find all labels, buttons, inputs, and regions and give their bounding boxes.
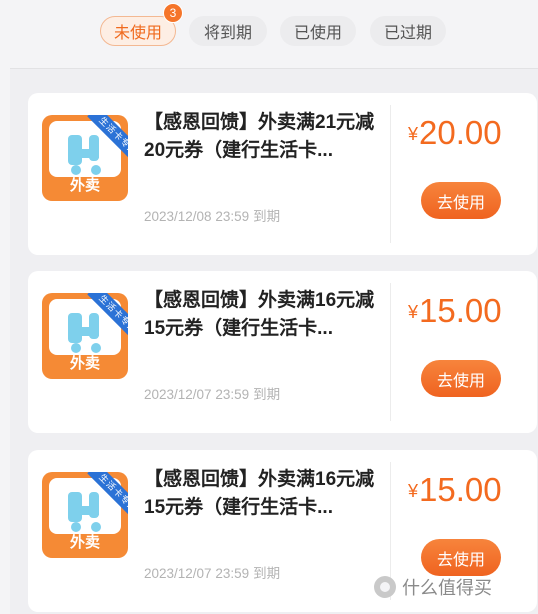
expiry-suffix: 到期 [253,387,281,402]
coupon-amount: ¥15.00 [408,468,524,513]
smzdm-watermark: 什么值得买 [374,572,492,602]
expiry-text: 2023/12/08 23:59 到期 [144,205,280,225]
coupon-title: 【感恩回馈】外卖满16元减15元券（建行生活卡... [144,290,375,339]
use-coupon-button[interactable]: 去使用 [421,182,501,219]
expiry-date: 2023/12/07 23:59 [144,566,250,581]
coupon-title: 【感恩回馈】外卖满16元减15元券（建行生活卡... [144,469,375,518]
watermark-text: 什么值得买 [402,578,492,598]
unused-count-badge: 3 [163,3,183,23]
amount-value: 15.00 [419,471,502,508]
currency-symbol: ¥ [408,124,419,144]
amount-value: 20.00 [419,114,502,151]
coupon-amount: ¥20.00 [408,111,524,156]
logo-mark [89,492,99,518]
logo-label: 外卖 [69,355,100,372]
coupon-card[interactable]: 生活卡专属 外卖 【感恩回馈】外卖满16元减15元券（建行生活卡... 2023… [28,271,537,433]
amount-value: 15.00 [419,292,502,329]
smzdm-logo-icon [374,576,396,598]
tab-label: 未使用 [113,25,162,42]
coupon-status-tabs: 未使用 3 将到期 已使用 已过期 [0,0,538,68]
tab-unused[interactable]: 未使用 3 [100,3,183,46]
takeaway-logo: 生活卡专属 外卖 [42,472,128,558]
use-coupon-button[interactable]: 去使用 [421,360,501,397]
card-separator [390,283,391,421]
takeaway-logo: 生活卡专属 外卖 [42,115,128,201]
coupon-card[interactable]: 生活卡专属 外卖 【感恩回馈】外卖满21元减20元券（建行生活卡... 2023… [28,93,537,255]
logo-mark [89,135,99,161]
logo-label: 外卖 [69,534,100,551]
use-coupon-button[interactable]: 去使用 [421,539,501,576]
tab-label: 将到期 [203,25,252,42]
tab-label: 已使用 [293,25,342,42]
logo-label: 外卖 [69,177,100,194]
coupon-list[interactable]: 生活卡专属 外卖 【感恩回馈】外卖满21元减20元券（建行生活卡... 2023… [10,69,538,614]
expiry-date: 2023/12/08 23:59 [144,209,250,224]
currency-symbol: ¥ [408,481,419,501]
coupon-amount: ¥15.00 [408,289,524,334]
card-separator [390,105,391,243]
expiry-text: 2023/12/07 23:59 到期 [144,562,280,582]
expiry-date: 2023/12/07 23:59 [144,387,250,402]
tab-used[interactable]: 已使用 [280,16,356,46]
expiry-suffix: 到期 [253,209,281,224]
tab-expired[interactable]: 已过期 [370,16,446,46]
tab-label: 已过期 [383,25,432,42]
tab-expiring-soon[interactable]: 将到期 [189,16,267,46]
coupon-title: 【感恩回馈】外卖满21元减20元券（建行生活卡... [144,112,375,161]
takeaway-logo: 生活卡专属 外卖 [42,293,128,379]
expiry-text: 2023/12/07 23:59 到期 [144,383,280,403]
expiry-suffix: 到期 [253,566,281,581]
currency-symbol: ¥ [408,302,419,322]
logo-mark [89,313,99,339]
